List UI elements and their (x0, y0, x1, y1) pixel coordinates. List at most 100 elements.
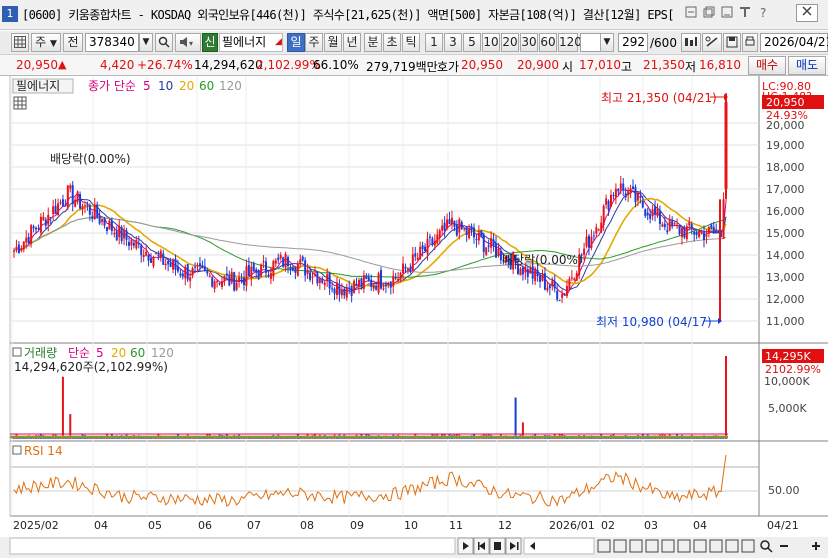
candle-body (262, 261, 265, 263)
candle-body (492, 239, 495, 247)
stock-name-flag-icon: ◢ (275, 37, 282, 47)
candle-body (309, 272, 312, 280)
minimize-icon[interactable] (720, 6, 734, 20)
price-ytick-label: 13,000 (766, 271, 805, 284)
scroll-left-icon[interactable] (523, 537, 595, 555)
candle-body (357, 279, 360, 287)
horizontal-scrollbar[interactable] (9, 537, 456, 555)
candle-body (257, 269, 260, 279)
tools-icon[interactable] (702, 33, 722, 52)
period-button[interactable]: 전 (63, 33, 83, 52)
candle-body (693, 231, 696, 235)
search-icon[interactable] (155, 33, 173, 52)
sell-button[interactable]: 매도 (788, 56, 826, 75)
code-input[interactable]: 378340 (85, 33, 139, 52)
tab-second[interactable]: 초 (383, 33, 401, 52)
candle-body (539, 275, 542, 282)
interval-10[interactable]: 10 (482, 33, 500, 52)
speaker-icon[interactable]: ▾ (175, 33, 201, 52)
candle-body (438, 230, 441, 238)
candle-body (632, 186, 635, 190)
x-tick-label: 10 (404, 519, 418, 532)
count-input[interactable]: 292 (618, 33, 648, 52)
candle-body (468, 229, 471, 239)
close-icon[interactable] (796, 4, 818, 22)
x-tick-label: 04 (693, 519, 707, 532)
candle-body (406, 268, 409, 271)
interval-20[interactable]: 20 (501, 33, 519, 52)
candle-body (360, 278, 363, 288)
buy-button[interactable]: 매수 (748, 56, 786, 75)
candle-body (409, 267, 412, 272)
date-input[interactable]: 2026/04/21 (760, 33, 828, 52)
help-icon[interactable]: ? (756, 6, 770, 20)
save-icon[interactable] (723, 33, 741, 52)
tab-month[interactable]: 월 (324, 33, 342, 52)
volume-ytick-10000k: 10,000K (764, 375, 810, 388)
candle-body (115, 231, 118, 241)
candle-body (519, 268, 522, 276)
candle-body (583, 248, 586, 255)
candle-body (543, 273, 546, 290)
market-select[interactable]: 주 ▼ (31, 33, 61, 52)
ask-label: 호가 (437, 60, 460, 74)
next-icon[interactable] (505, 537, 522, 555)
candle-body (318, 278, 321, 283)
stock-name-field[interactable]: 필에너지 (219, 33, 283, 52)
chart-settings-icon[interactable] (681, 33, 701, 52)
stop-icon[interactable] (489, 537, 506, 555)
candle-body (377, 273, 380, 293)
candle-body (135, 239, 138, 249)
bid-price: 20,900 (517, 58, 559, 72)
count-total: /600 (650, 36, 677, 50)
candle-body (86, 204, 89, 206)
candle-body (252, 263, 255, 272)
candle-body (225, 273, 228, 276)
candle-body (245, 266, 248, 286)
candle-body (365, 275, 368, 279)
print-icon[interactable] (742, 33, 758, 52)
interval-3[interactable]: 3 (444, 33, 462, 52)
candle-body (255, 269, 258, 273)
tab-year[interactable]: 년 (343, 33, 361, 52)
candle-body (91, 216, 94, 219)
candle-body (145, 251, 148, 256)
interval-120[interactable]: 120 (558, 33, 582, 52)
dividend-label-2: 배당락(0.00%) (502, 253, 583, 267)
candle-body (551, 280, 554, 287)
x-tick-label: 09 (350, 519, 364, 532)
chart-area[interactable]: 19,000 18,000 17,000 16,000 15,000 14,000 13,0… (0, 76, 828, 558)
ma-120-label: 120 (219, 79, 242, 93)
candle-body (541, 274, 544, 281)
play-icon[interactable] (457, 537, 474, 555)
interval-60[interactable]: 60 (539, 33, 557, 52)
interval-30[interactable]: 30 (520, 33, 538, 52)
interval-dropdown-button[interactable]: ▼ (600, 33, 614, 52)
candle-body (37, 228, 40, 230)
tab-tick[interactable]: 틱 (402, 33, 420, 52)
candle-body (387, 282, 390, 284)
candle-body (345, 287, 348, 298)
tab-day[interactable]: 일 (287, 33, 305, 52)
pin-icon[interactable] (684, 6, 698, 20)
candle-body (147, 254, 150, 261)
code-dropdown-button[interactable]: ▼ (139, 33, 153, 52)
candle-body (397, 278, 400, 282)
candle-body (431, 238, 434, 245)
candle-body (636, 193, 639, 201)
first-icon[interactable] (473, 537, 490, 555)
grid-icon[interactable] (11, 33, 29, 52)
candle-body (490, 237, 493, 248)
candle-body (42, 216, 45, 221)
candle-body (189, 277, 192, 281)
tab-week[interactable]: 주 (305, 33, 323, 52)
interval-1[interactable]: 1 (425, 33, 443, 52)
text-icon[interactable] (738, 6, 752, 20)
candle-body (118, 225, 121, 238)
tab-minute[interactable]: 분 (364, 33, 382, 52)
candle-body (477, 232, 480, 241)
ask-price: 20,950 (461, 58, 503, 72)
restore-icon[interactable] (702, 6, 716, 20)
interval-5[interactable]: 5 (463, 33, 481, 52)
candle-body (76, 191, 79, 202)
